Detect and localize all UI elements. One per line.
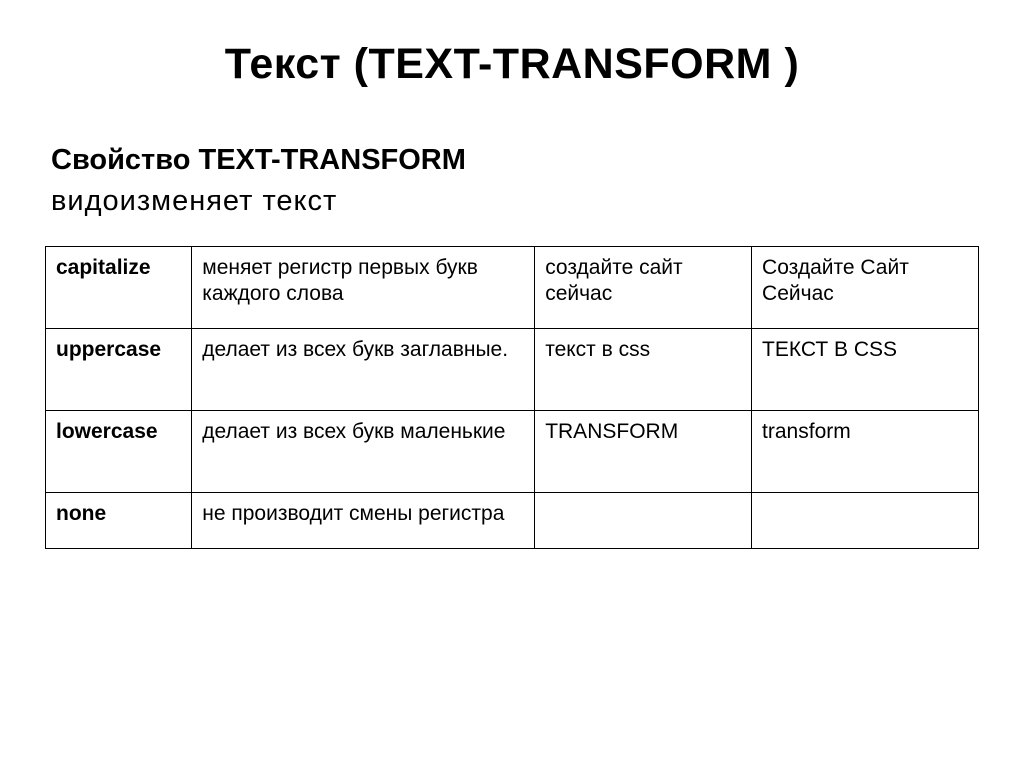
example-output: Создайте Сайт Сейчас (752, 247, 979, 329)
example-input: TRANSFORM (535, 411, 752, 493)
slide-title: Текст (TEXT-TRANSFORM ) (45, 40, 979, 89)
property-description: видоизменяет текст (51, 185, 979, 218)
example-output (752, 493, 979, 549)
table-row: capitalize меняет регистр первых букв ка… (46, 247, 979, 329)
example-output: ТЕКСТ В CSS (752, 329, 979, 411)
example-input: создайте сайт сейчас (535, 247, 752, 329)
text-transform-table: capitalize меняет регистр первых букв ка… (45, 246, 979, 549)
example-output: transform (752, 411, 979, 493)
property-name: capitalize (46, 247, 192, 329)
property-name: lowercase (46, 411, 192, 493)
property-desc: делает из всех букв маленькие (192, 411, 535, 493)
table-row: uppercase делает из всех букв заглавные.… (46, 329, 979, 411)
property-name: uppercase (46, 329, 192, 411)
property-subheading: Свойство TEXT-TRANSFORM (51, 144, 979, 177)
property-desc: меняет регистр первых букв каждого слова (192, 247, 535, 329)
table-row: none не производит смены регистра (46, 493, 979, 549)
example-input: текст в css (535, 329, 752, 411)
property-name: none (46, 493, 192, 549)
table-row: lowercase делает из всех букв маленькие … (46, 411, 979, 493)
example-input (535, 493, 752, 549)
property-desc: не производит смены регистра (192, 493, 535, 549)
property-desc: делает из всех букв заглавные. (192, 329, 535, 411)
